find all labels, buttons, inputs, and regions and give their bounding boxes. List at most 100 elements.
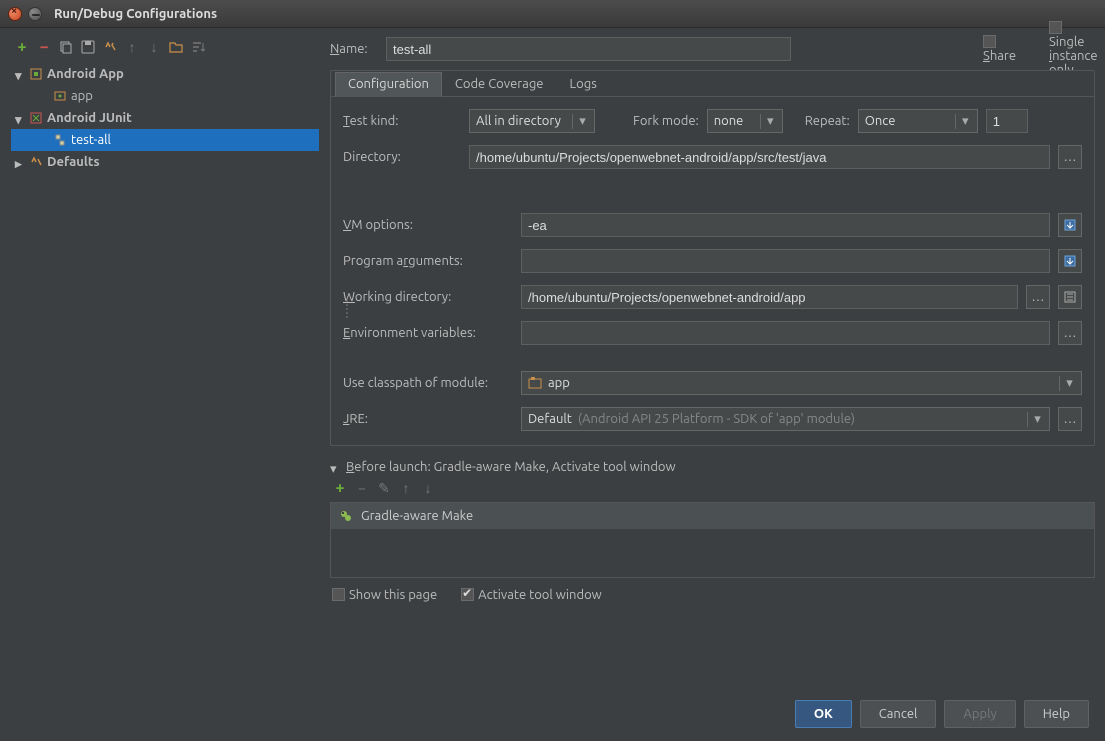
working-dir-vars-button[interactable] [1058,285,1082,309]
repeat-value: Once [865,114,896,128]
before-launch-section: Before launch: Gradle-aware Make, Activa… [330,460,1095,606]
tab-bar: Configuration Code Coverage Logs [331,71,1094,97]
dialog-body: + − ↑ ↓ [0,28,1105,691]
jre-label: JRE: [343,412,513,426]
show-this-page-checkbox[interactable] [332,588,345,601]
working-dir-browse-button[interactable]: … [1026,285,1050,309]
expand-field-button[interactable] [1058,213,1082,237]
show-this-page-label[interactable]: Show this page [332,588,437,602]
tree-node-test-all[interactable]: test-all [11,129,319,151]
repeat-count-input[interactable] [986,109,1028,133]
working-dir-row: Working directory: … [343,283,1082,311]
move-up-icon[interactable]: ↑ [124,39,140,55]
config-tabpane: Configuration Code Coverage Logs Test ki… [330,70,1095,446]
dropdown-arrow-icon: ▾ [955,114,971,129]
repeat-select[interactable]: Once ▾ [858,109,978,133]
before-launch-list[interactable]: Gradle-aware Make [330,502,1095,578]
vm-options-input[interactable] [521,213,1050,237]
move-down-icon[interactable]: ↓ [146,39,162,55]
move-down-task-icon[interactable]: ↓ [420,480,436,496]
name-label: Name: [330,42,376,56]
settings-icon[interactable] [102,39,118,55]
tab-configuration[interactable]: Configuration [335,72,442,97]
expander-icon[interactable] [15,69,25,79]
tab-logs[interactable]: Logs [557,72,610,96]
jre-hint: (Android API 25 Platform - SDK of 'app' … [578,412,855,426]
split-handle[interactable] [346,300,350,340]
single-instance-checkbox[interactable] [1049,21,1062,34]
save-config-icon[interactable] [80,39,96,55]
directory-label: Directory: [343,150,461,164]
window-minimize-button[interactable] [28,7,42,21]
add-config-icon[interactable]: + [14,39,30,55]
expand-field-button[interactable] [1058,249,1082,273]
working-dir-input[interactable] [521,285,1018,309]
program-args-input[interactable] [521,249,1050,273]
tree-label: Defaults [47,155,100,169]
help-button[interactable]: Help [1024,700,1089,728]
move-up-task-icon[interactable]: ↑ [398,480,414,496]
test-kind-row: Test kind: All in directory ▾ Fork mode:… [343,107,1082,135]
activate-tool-window-label[interactable]: Activate tool window [461,588,602,602]
remove-task-icon[interactable]: − [354,480,370,496]
sort-icon[interactable] [190,39,206,55]
classpath-label: Use classpath of module: [343,376,513,390]
tree-label: Android App [47,67,124,81]
before-launch-item[interactable]: Gradle-aware Make [331,503,1094,529]
working-dir-label: Working directory: [343,290,513,304]
before-launch-header[interactable]: Before launch: Gradle-aware Make, Activa… [330,460,1095,474]
ok-button[interactable]: OK [795,700,852,728]
env-vars-row: Environment variables: … [343,319,1082,347]
expander-icon[interactable] [330,462,340,472]
env-vars-browse-button[interactable]: … [1058,321,1082,345]
config-tree[interactable]: Android App app Android JUnit [10,60,320,691]
add-task-icon[interactable]: + [332,480,348,496]
name-input[interactable] [386,37,791,61]
env-vars-input[interactable] [521,321,1050,345]
module-icon [528,376,542,390]
tree-node-defaults[interactable]: Defaults [11,151,319,173]
classpath-row: Use classpath of module: app ▾ [343,369,1082,397]
remove-config-icon[interactable]: − [36,39,52,55]
jre-browse-button[interactable]: … [1058,407,1082,431]
classpath-value: app [548,376,570,390]
test-kind-select[interactable]: All in directory ▾ [469,109,595,133]
tree-label: test-all [71,133,111,147]
tree-node-app[interactable]: app [11,85,319,107]
vm-options-row: VM options: [343,211,1082,239]
dropdown-arrow-icon: ▾ [1027,412,1043,427]
jre-select[interactable]: Default (Android API 25 Platform - SDK o… [521,407,1050,431]
directory-row: Directory: … [343,143,1082,171]
env-vars-label: Environment variables: [343,326,513,340]
fork-mode-value: none [714,114,744,128]
test-kind-value: All in directory [476,114,561,128]
share-checkbox-label[interactable]: SSharehare [983,35,1029,63]
copy-config-icon[interactable] [58,39,74,55]
window-close-button[interactable] [8,7,22,21]
single-instance-label[interactable]: Single instance only [1049,21,1095,77]
expander-icon[interactable] [15,113,25,123]
junit-icon [29,111,43,125]
tree-node-android-app[interactable]: Android App [11,63,319,85]
before-launch-item-label: Gradle-aware Make [361,509,473,523]
directory-input[interactable] [469,145,1050,169]
expander-icon[interactable] [15,157,25,167]
tree-node-android-junit[interactable]: Android JUnit [11,107,319,129]
cancel-button[interactable]: Cancel [860,700,937,728]
before-launch-toolbar: + − ✎ ↑ ↓ [330,480,1095,496]
directory-browse-button[interactable]: … [1058,145,1082,169]
jre-value: Default [528,412,572,426]
folder-icon[interactable] [168,39,184,55]
classpath-select[interactable]: app ▾ [521,371,1082,395]
tab-code-coverage[interactable]: Code Coverage [442,72,557,96]
fork-mode-select[interactable]: none ▾ [707,109,783,133]
defaults-icon [29,155,43,169]
tree-label: app [71,89,93,103]
activate-tool-window-checkbox[interactable] [461,588,474,601]
edit-task-icon[interactable]: ✎ [376,480,392,496]
program-args-label: Program arguments: [343,254,513,268]
apply-button[interactable]: Apply [944,700,1015,728]
test-kind-label: Test kind: [343,114,461,128]
junit-run-icon [53,133,67,147]
share-checkbox[interactable] [983,35,996,48]
